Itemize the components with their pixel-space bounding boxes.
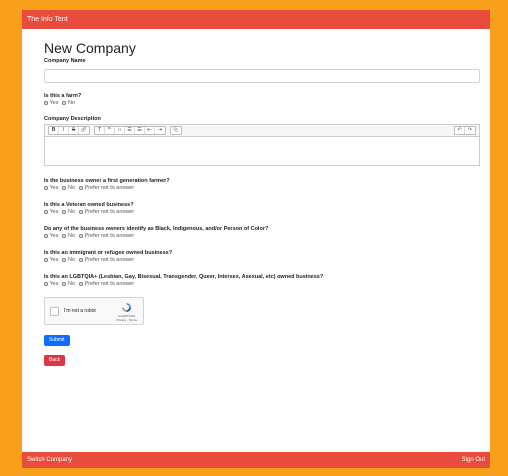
- toolbar-group-attach: 📎: [170, 126, 182, 135]
- question-label: Is this an LGBTQIA+ (Lesbian, Gay, Bisex…: [44, 274, 324, 280]
- radio-prefer-not[interactable]: Prefer not to answer: [79, 281, 134, 287]
- recaptcha-checkbox[interactable]: [50, 306, 59, 316]
- radio-prefer-not[interactable]: Prefer not to answer: [79, 233, 134, 239]
- radio-circle-icon[interactable]: [44, 282, 48, 286]
- editor-toolbar: B I S 🔗 T ❞ ‹› ☰ ☰ ⇤ ⇥ 📎 ↶ ↷: [44, 124, 480, 136]
- radio-group: Yes No Prefer not to answer: [44, 257, 480, 263]
- radio-circle-icon[interactable]: [44, 210, 48, 214]
- description-group: Company Description B I S 🔗 T ❞ ‹› ☰ ☰ ⇤…: [44, 116, 480, 166]
- switch-company-link[interactable]: Switch Company: [27, 452, 72, 468]
- radio-circle-icon[interactable]: [62, 186, 67, 190]
- redo-icon[interactable]: ↷: [465, 127, 475, 134]
- farm-question: Is this a farm? Yes No: [44, 93, 480, 106]
- sign-out-link[interactable]: Sign Out: [462, 452, 485, 468]
- page-frame: The Info Tent New Company Company Name I…: [0, 0, 508, 476]
- radio-circle-icon[interactable]: [79, 210, 84, 214]
- radio-no[interactable]: No: [62, 257, 75, 263]
- toolbar-group-block: T ❞ ‹› ☰ ☰ ⇤ ⇥: [94, 126, 166, 135]
- radio-group: Yes No Prefer not to answer: [44, 281, 480, 287]
- code-icon[interactable]: ‹›: [115, 127, 125, 134]
- radio-prefer-not[interactable]: Prefer not to answer: [79, 257, 134, 263]
- toolbar-group-format: B I S 🔗: [48, 126, 90, 135]
- radio-circle-icon[interactable]: [44, 186, 48, 190]
- radio-circle-icon[interactable]: [62, 234, 67, 238]
- question-label: Is the business owner a first generation…: [44, 178, 170, 184]
- numbered-list-icon[interactable]: ☰: [135, 127, 145, 134]
- outdent-icon[interactable]: ⇤: [145, 127, 155, 134]
- radio-group: Yes No Prefer not to answer: [44, 185, 480, 191]
- radio-circle-icon[interactable]: [62, 258, 67, 262]
- radio-group: Yes No Prefer not to answer: [44, 233, 480, 239]
- radio-circle-icon[interactable]: [62, 101, 67, 105]
- farm-radio-yes[interactable]: Yes: [44, 100, 58, 106]
- form-content: New Company Company Name Is this a farm?…: [44, 40, 480, 366]
- bold-button[interactable]: B: [49, 127, 59, 134]
- question-immigrant: Is this an immigrant or refugee owned bu…: [44, 250, 480, 263]
- bullet-list-icon[interactable]: ☰: [125, 127, 135, 134]
- italic-button[interactable]: I: [59, 127, 69, 134]
- indent-icon[interactable]: ⇥: [155, 127, 165, 134]
- radio-prefer-not[interactable]: Prefer not to answer: [79, 185, 134, 191]
- strike-button[interactable]: S: [69, 127, 79, 134]
- farm-radio-group: Yes No: [44, 100, 480, 106]
- question-label: Is this a Veteran owned business?: [44, 202, 134, 208]
- radio-circle-icon[interactable]: [62, 210, 67, 214]
- top-navbar: The Info Tent: [22, 10, 490, 29]
- attach-icon[interactable]: 📎: [171, 127, 181, 134]
- recaptcha-label: I'm not a robot: [64, 308, 96, 314]
- farm-radio-no[interactable]: No: [62, 100, 75, 106]
- radio-yes[interactable]: Yes: [44, 233, 58, 239]
- company-name-input[interactable]: [44, 69, 480, 83]
- company-name-label: Company Name: [44, 58, 86, 64]
- description-editor[interactable]: [44, 136, 480, 166]
- question-lgbtqia: Is this an LGBTQIA+ (Lesbian, Gay, Bisex…: [44, 274, 480, 287]
- submit-button[interactable]: Submit: [44, 335, 70, 346]
- radio-no[interactable]: No: [62, 185, 75, 191]
- farm-question-label: Is this a farm?: [44, 93, 82, 99]
- question-label: Do any of the business owners identify a…: [44, 226, 269, 232]
- undo-icon[interactable]: ↶: [455, 127, 465, 134]
- radio-yes[interactable]: Yes: [44, 281, 58, 287]
- radio-circle-icon[interactable]: [79, 282, 84, 286]
- radio-prefer-not[interactable]: Prefer not to answer: [79, 209, 134, 215]
- radio-yes[interactable]: Yes: [44, 209, 58, 215]
- recaptcha-icon: [122, 303, 132, 312]
- quote-icon[interactable]: ❞: [105, 127, 115, 134]
- radio-circle-icon[interactable]: [62, 282, 67, 286]
- recaptcha-widget: I'm not a robot reCAPTCHA Privacy - Term…: [44, 297, 144, 325]
- question-veteran: Is this a Veteran owned business? Yes No…: [44, 202, 480, 215]
- radio-circle-icon[interactable]: [44, 258, 48, 262]
- company-name-group: Company Name: [44, 58, 480, 83]
- question-first-generation: Is the business owner a first generation…: [44, 178, 480, 191]
- page-title: New Company: [44, 40, 136, 56]
- radio-yes[interactable]: Yes: [44, 257, 58, 263]
- radio-group: Yes No Prefer not to answer: [44, 209, 480, 215]
- radio-no[interactable]: No: [62, 281, 75, 287]
- toolbar-group-history: ↶ ↷: [454, 126, 476, 135]
- radio-yes[interactable]: Yes: [44, 185, 58, 191]
- heading-button[interactable]: T: [95, 127, 105, 134]
- bottom-navbar: Switch Company Sign Out: [22, 452, 490, 468]
- radio-circle-icon[interactable]: [79, 234, 84, 238]
- back-button[interactable]: Back: [44, 355, 66, 366]
- description-label: Company Description: [44, 116, 101, 122]
- radio-circle-icon[interactable]: [44, 234, 48, 238]
- question-bipoc: Do any of the business owners identify a…: [44, 226, 480, 239]
- radio-circle-icon[interactable]: [79, 258, 84, 262]
- app-window: The Info Tent New Company Company Name I…: [22, 10, 490, 468]
- radio-no[interactable]: No: [62, 233, 75, 239]
- recaptcha-links[interactable]: Privacy - Terms: [116, 318, 137, 322]
- radio-circle-icon[interactable]: [44, 101, 48, 105]
- link-icon[interactable]: 🔗: [79, 127, 89, 134]
- app-title[interactable]: The Info Tent: [27, 16, 68, 23]
- question-label: Is this an immigrant or refugee owned bu…: [44, 250, 173, 256]
- radio-circle-icon[interactable]: [79, 186, 84, 190]
- radio-no[interactable]: No: [62, 209, 75, 215]
- recaptcha-logo: reCAPTCHA Privacy - Terms: [116, 302, 137, 322]
